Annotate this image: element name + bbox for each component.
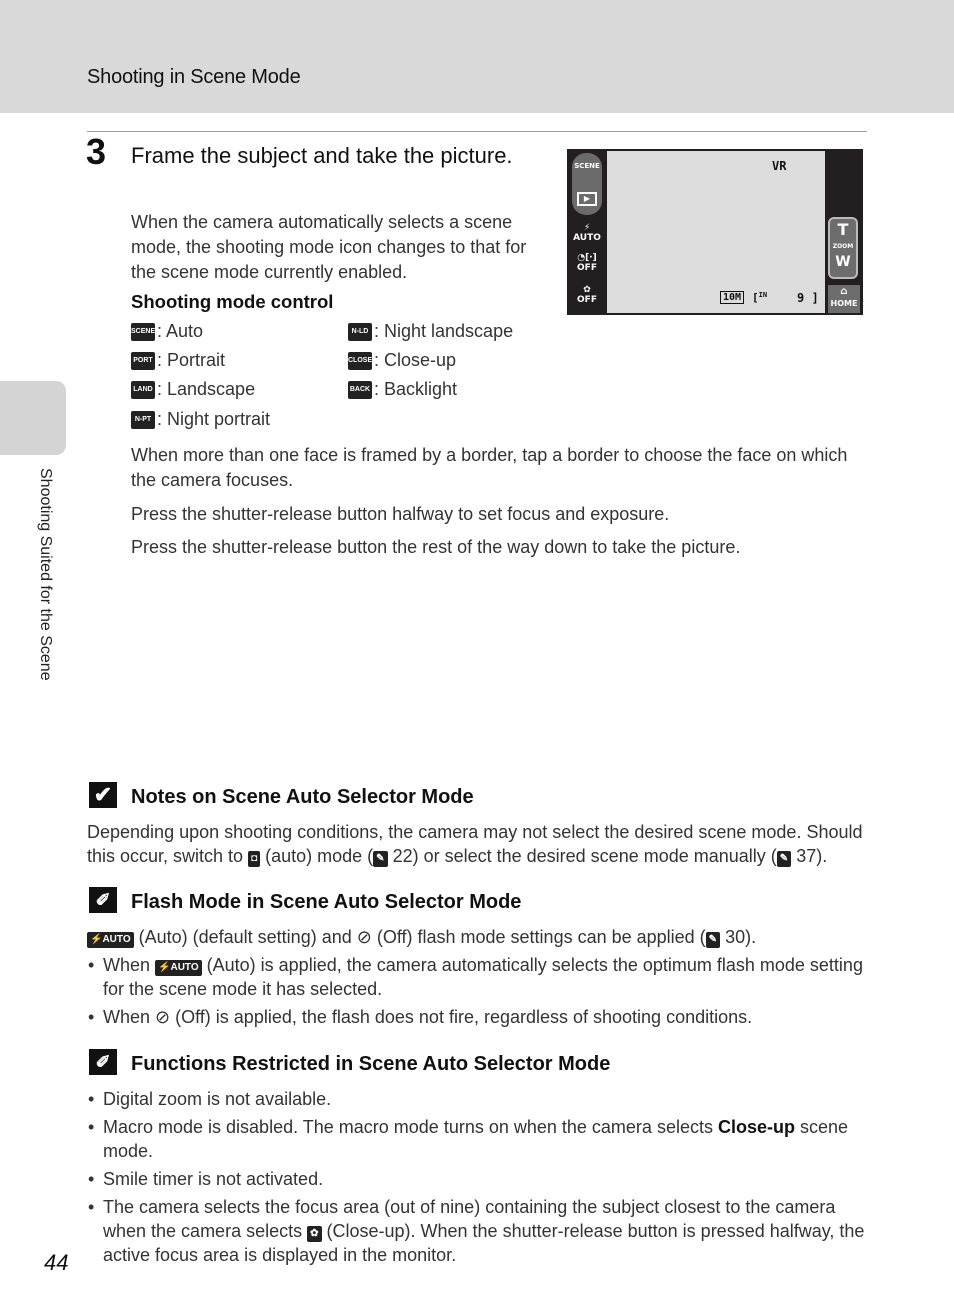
home-button-icon: ⌂ HOME	[828, 285, 860, 313]
scene-mode-icon: SCENE	[574, 162, 600, 170]
macro-off-icon: ✿ OFF	[577, 285, 597, 305]
section-title: Shooting in Scene Mode	[87, 66, 301, 88]
list-item: The camera selects the focus area (out o…	[87, 1195, 867, 1267]
list-item: When ⊘ (Off) is applied, the flash does …	[87, 1005, 867, 1029]
pencil-icon: ✐	[89, 1049, 117, 1075]
note-title-scene-auto: Notes on Scene Auto Selector Mode	[131, 786, 474, 808]
para-faces: When more than one face is framed by a b…	[131, 445, 848, 490]
mode-landscape: LAND : Landscape	[131, 379, 255, 400]
note-title-flash-mode: Flash Mode in Scene Auto Selector Mode	[131, 891, 522, 913]
list-item: When ⚡AUTO (Auto) is applied, the camera…	[87, 953, 867, 1001]
page-ref-icon: ✎	[705, 932, 721, 948]
mode-night-landscape: N-LD : Night landscape	[348, 321, 513, 342]
internal-memory-icon: [IN	[752, 291, 768, 304]
list-item: Macro mode is disabled. The macro mode t…	[87, 1115, 867, 1163]
viewfinder: VR 10M [IN 9 ]	[607, 151, 825, 313]
check-icon: ✔	[89, 782, 117, 808]
header-band	[0, 0, 954, 113]
exposures-remaining: 9 ]	[797, 291, 819, 305]
note-flash-text: ⚡AUTO (Auto) (default setting) and ⊘ (Of…	[87, 925, 867, 949]
close-up-icon: CLOSE	[348, 351, 372, 370]
flash-off-icon: ⊘	[155, 1007, 171, 1027]
playback-icon: ▶	[577, 192, 597, 206]
mode-close-up: CLOSE : Close-up	[348, 350, 457, 370]
zoom-wide-icon: W	[835, 254, 851, 270]
zoom-control: T ZOOM W	[828, 217, 858, 279]
para-halfway: Press the shutter-release button halfway…	[131, 504, 670, 524]
backlight-icon: BACK	[348, 380, 372, 399]
note-scene-auto-text: Depending upon shooting conditions, the …	[87, 822, 863, 867]
page-ref-icon: ✎	[373, 851, 388, 867]
chapter-label: Shooting Suited for the Scene	[37, 468, 54, 681]
camera-monitor-illustration: SCENE ▶ ⚡ AUTO ◔[·] OFF ✿ OFF VR 10M [IN 9 …	[567, 149, 863, 315]
night-portrait-icon: N-PT	[131, 410, 155, 429]
divider	[87, 131, 867, 132]
note-title-restricted: Functions Restricted in Scene Auto Selec…	[131, 1053, 611, 1075]
page-number: 44	[44, 1250, 69, 1275]
self-timer-off-icon: ◔[·] OFF	[577, 253, 597, 273]
flash-off-icon: ⊘	[356, 927, 372, 947]
page-ref-icon: ✎	[776, 851, 792, 867]
chapter-tab	[0, 381, 66, 455]
flash-auto-icon: ⚡AUTO	[155, 960, 202, 976]
step-intro: When the camera automatically selects a …	[131, 212, 527, 282]
zoom-tele-icon: T	[837, 220, 849, 239]
night-landscape-icon: N-LD	[348, 322, 372, 341]
mode-portrait: PORT : Portrait	[131, 350, 225, 371]
list-item: Digital zoom is not available.	[87, 1087, 867, 1111]
close-up-icon: ✿	[307, 1226, 322, 1242]
zoom-label: ZOOM	[832, 243, 854, 250]
mode-auto: SCENE : Auto	[131, 321, 204, 341]
flash-auto-icon: ⚡AUTO	[573, 223, 601, 243]
camera-auto-icon: ◘	[248, 851, 261, 867]
mode-control-title: Shooting mode control	[131, 291, 334, 312]
mode-night-portrait: N-PT : Night portrait	[131, 409, 270, 430]
pencil-icon: ✐	[89, 887, 117, 913]
flash-auto-icon: ⚡AUTO	[87, 932, 134, 948]
step-title: Frame the subject and take the picture.	[131, 143, 513, 168]
list-item: Smile timer is not activated.	[87, 1167, 867, 1191]
step-number: 3	[86, 131, 107, 172]
house-icon: ⌂	[840, 286, 848, 297]
mode-backlight: BACK : Backlight	[348, 379, 458, 399]
vr-icon: VR	[772, 159, 787, 173]
portrait-icon: PORT	[131, 351, 155, 370]
scene-auto-icon: SCENE	[131, 322, 155, 341]
para-full-press: Press the shutter-release button the res…	[131, 537, 741, 557]
image-size-icon: 10M	[720, 291, 745, 304]
landscape-icon: LAND	[131, 380, 155, 399]
